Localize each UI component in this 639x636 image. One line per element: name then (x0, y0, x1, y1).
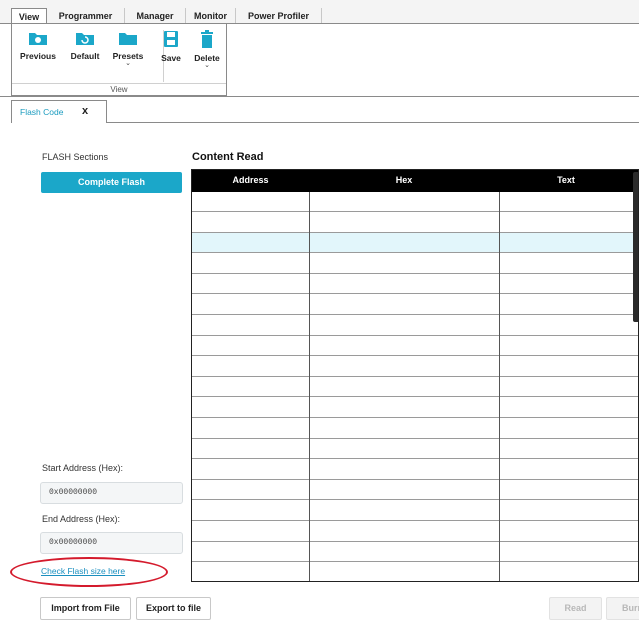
table-row[interactable] (192, 316, 638, 336)
save-button[interactable]: Save (151, 30, 191, 63)
table-row[interactable] (192, 439, 638, 460)
folder-open-icon (29, 33, 47, 45)
ribbon-bottom-border (0, 96, 639, 97)
table-scrollbar[interactable] (633, 172, 638, 322)
annotation-ellipse (10, 557, 168, 587)
save-label: Save (161, 53, 181, 63)
previous-label: Previous (20, 51, 56, 61)
column-header-hex[interactable]: Hex (309, 170, 499, 192)
table-row[interactable] (192, 522, 638, 542)
presets-button[interactable]: Presets ⌄ (108, 30, 148, 67)
table-row[interactable] (192, 480, 638, 501)
tab-flash-code[interactable]: Flash Code x (11, 100, 107, 123)
table-row[interactable] (192, 398, 638, 418)
folder-refresh-icon (76, 33, 94, 45)
doc-tab-divider (107, 122, 639, 123)
tab-manager[interactable]: Manager (125, 8, 186, 24)
burn-button[interactable]: Burn (606, 597, 639, 620)
table-row[interactable] (192, 336, 638, 357)
save-icon (164, 31, 178, 47)
delete-button[interactable]: Delete ⌄ (187, 30, 227, 69)
table-row[interactable] (192, 460, 638, 480)
start-address-input[interactable]: 0x00000000 (40, 482, 183, 504)
read-button[interactable]: Read (549, 597, 602, 620)
start-address-label: Start Address (Hex): (42, 463, 124, 473)
column-header-address[interactable]: Address (192, 170, 309, 192)
table-row[interactable] (192, 419, 638, 439)
table-row[interactable] (192, 563, 638, 581)
close-icon[interactable]: x (82, 105, 88, 117)
default-label: Default (70, 51, 100, 61)
table-row[interactable] (192, 295, 638, 315)
table-row[interactable] (192, 542, 638, 563)
folder-icon (119, 33, 137, 45)
table-header: Address Hex Text (192, 170, 638, 192)
content-read-title: Content Read (192, 151, 264, 163)
export-to-file-button[interactable]: Export to file (136, 597, 211, 620)
import-from-file-button[interactable]: Import from File (40, 597, 131, 620)
table-row[interactable] (192, 501, 638, 521)
chevron-down-icon: ⌄ (204, 62, 210, 69)
end-address-label: End Address (Hex): (42, 514, 121, 524)
table-row[interactable] (192, 213, 638, 233)
column-header-text[interactable]: Text (499, 170, 633, 192)
ribbon-group-label: View (12, 83, 226, 95)
tab-monitor[interactable]: Monitor (186, 8, 236, 24)
table-row[interactable] (192, 274, 638, 295)
table-row[interactable] (192, 192, 638, 212)
column-divider (309, 170, 310, 581)
ribbon-view-group: Previous Default Presets ⌄ Save Delete ⌄ (11, 24, 227, 96)
table-row[interactable] (192, 233, 638, 254)
table-row[interactable] (192, 357, 638, 377)
table-row[interactable] (192, 377, 638, 398)
chevron-down-icon: ⌄ (125, 60, 131, 67)
flash-code-tab-label: Flash Code (20, 107, 64, 117)
tab-view[interactable]: View (11, 8, 47, 24)
column-divider (499, 170, 500, 581)
content-read-table: Address Hex Text (191, 169, 639, 582)
table-row[interactable] (192, 254, 638, 274)
ribbon-tab-bar: View Programmer Manager Monitor Power Pr… (0, 0, 639, 24)
tab-power-profiler[interactable]: Power Profiler (236, 8, 322, 24)
end-address-input[interactable]: 0x00000000 (40, 532, 183, 554)
previous-button[interactable]: Previous (18, 30, 58, 61)
default-button[interactable]: Default (65, 30, 105, 61)
tab-programmer[interactable]: Programmer (47, 8, 125, 24)
complete-flash-button[interactable]: Complete Flash (41, 172, 182, 193)
trash-icon (201, 30, 213, 48)
flash-sections-label: FLASH Sections (42, 152, 109, 162)
